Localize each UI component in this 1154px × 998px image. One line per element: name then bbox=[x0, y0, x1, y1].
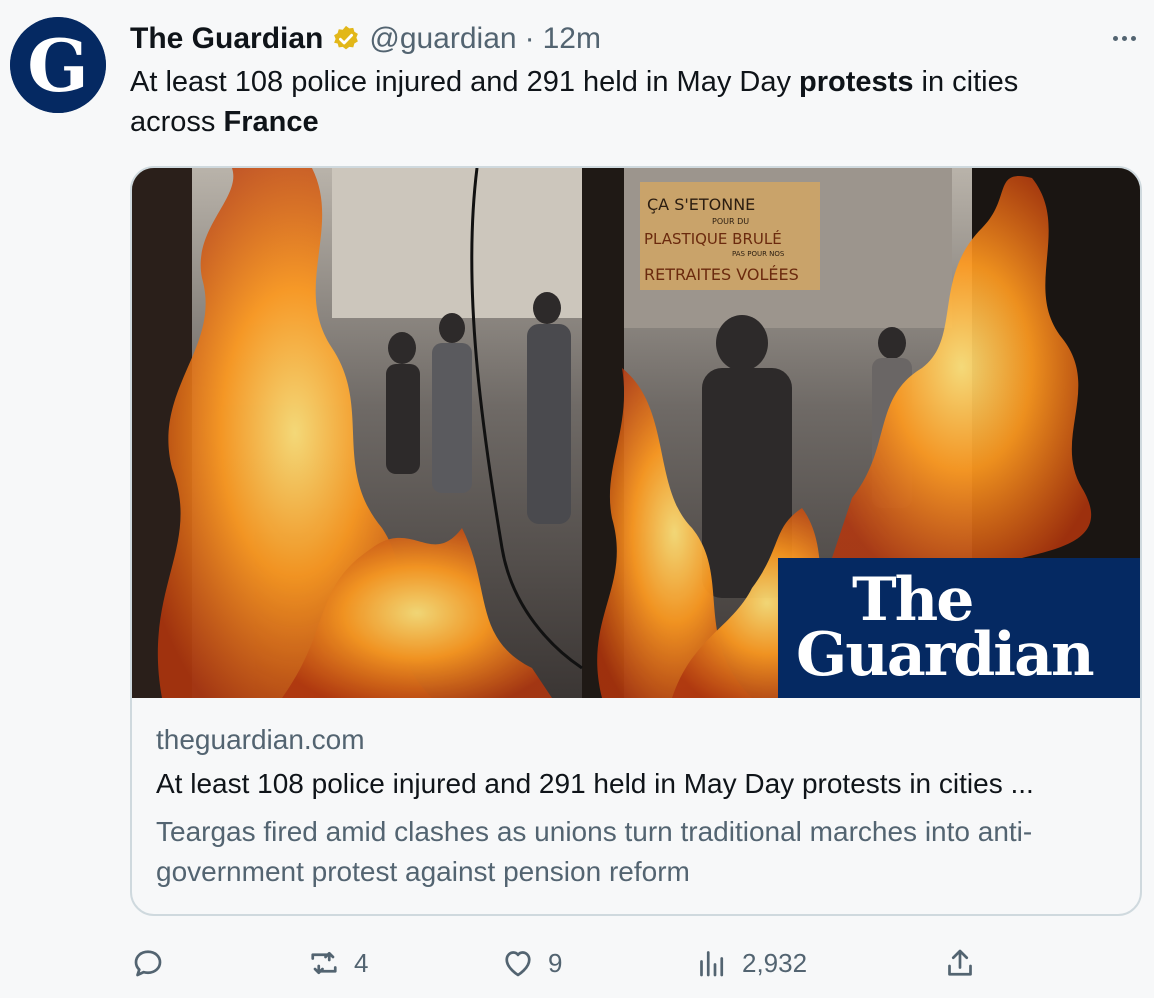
card-title[interactable]: At least 108 police injured and 291 held… bbox=[156, 768, 1121, 800]
handle[interactable]: @guardian bbox=[369, 22, 516, 56]
retweet-button[interactable]: 4 bbox=[306, 940, 368, 986]
avatar[interactable]: G bbox=[10, 17, 106, 113]
reply-button[interactable] bbox=[130, 940, 178, 986]
link-card[interactable]: ÇA S'ETONNE POUR DU PLASTIQUE BRULÉ PAS … bbox=[130, 166, 1142, 916]
tweet-text: At least 108 police injured and 291 held… bbox=[130, 62, 1110, 142]
sign-text: PLASTIQUE BRULÉ bbox=[644, 229, 782, 248]
views-button[interactable]: 2,932 bbox=[694, 940, 807, 986]
guardian-logo: The Guardian bbox=[778, 558, 1140, 698]
retweet-icon bbox=[311, 951, 337, 975]
share-button[interactable] bbox=[942, 940, 978, 986]
brand-line-1: The bbox=[852, 565, 974, 635]
like-count: 9 bbox=[548, 947, 563, 978]
like-button[interactable]: 9 bbox=[500, 940, 562, 986]
tweet-text-part[interactable]: France bbox=[223, 106, 318, 138]
more-icon[interactable] bbox=[1108, 24, 1140, 52]
sign-text: PAS POUR NOS bbox=[732, 250, 785, 258]
tweet-text-part[interactable]: protests bbox=[799, 66, 913, 98]
timestamp[interactable]: 12m bbox=[543, 22, 601, 56]
sign-text: RETRAITES VOLÉES bbox=[644, 265, 799, 284]
tweet-header: The Guardian @guardian · 12m bbox=[130, 20, 601, 58]
tweet[interactable]: G The Guardian @guardian · 12m At least … bbox=[0, 0, 1154, 998]
share-icon bbox=[948, 949, 972, 976]
separator: · bbox=[524, 22, 535, 55]
card-image[interactable]: ÇA S'ETONNE POUR DU PLASTIQUE BRULÉ PAS … bbox=[132, 168, 1140, 698]
retweet-count: 4 bbox=[354, 947, 369, 978]
views-count: 2,932 bbox=[742, 947, 808, 978]
reply-icon bbox=[134, 950, 162, 977]
sign-text: ÇA S'ETONNE bbox=[647, 195, 755, 214]
sign-text: POUR DU bbox=[712, 217, 749, 226]
views-icon bbox=[700, 951, 724, 977]
avatar-logo: G bbox=[27, 22, 89, 108]
card-description[interactable]: Teargas fired amid clashes as unions tur… bbox=[156, 812, 1096, 892]
brand-line-2: Guardian bbox=[796, 620, 1095, 690]
display-name[interactable]: The Guardian bbox=[130, 22, 323, 56]
verified-badge-icon[interactable] bbox=[331, 24, 361, 54]
action-bar: 4 9 2,932 bbox=[130, 940, 1010, 986]
card-domain[interactable]: theguardian.com bbox=[156, 724, 365, 756]
tweet-text-part: At least 108 police injured and 291 held… bbox=[130, 66, 800, 98]
like-icon bbox=[505, 951, 531, 977]
